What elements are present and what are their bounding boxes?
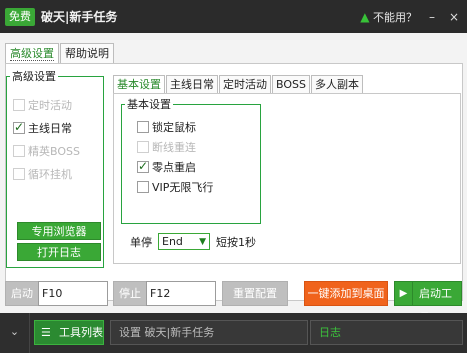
checkbox[interactable] [13,145,25,157]
checkbox[interactable] [137,159,149,173]
tab-multiplayer-dungeon[interactable]: 多人副本 [310,75,363,93]
tab-timed-activity[interactable]: 定时活动 [219,75,271,93]
tab-help[interactable]: 帮助说明 [60,43,114,63]
list-icon: ☰ [41,326,51,339]
short-press-label: 短按1秒 [216,235,256,249]
group-legend: 基本设置 [127,98,171,111]
open-log-button[interactable]: 打开日志 [17,243,101,261]
group-legend: 高级设置 [12,70,56,83]
checkbox-label: 断线重连 [152,141,196,154]
checkbox-loop-idle[interactable]: 循环挂机 [13,165,103,183]
checkbox-label: 精英BOSS [28,145,80,158]
select-value: End [162,235,183,248]
help-link-label: 不能用？ [373,11,417,24]
checkbox-reconnect[interactable]: 断线重连 [137,138,260,156]
launch-tool-button[interactable]: ▶ 启动工具 [394,281,462,324]
tab-label: 帮助说明 [65,47,109,60]
checkbox-label: 锁定鼠标 [152,121,196,134]
top-tab-bar: 高级设置 帮助说明 [5,43,115,63]
minimize-button[interactable]: – [425,10,439,24]
checkbox[interactable] [13,120,25,134]
collapse-chevron-icon[interactable]: ⌄ [0,313,30,353]
checkbox[interactable] [137,141,149,153]
checkbox-label: 主线日常 [28,122,72,135]
checkbox-label: VIP无限飞行 [152,181,214,194]
checkbox-main-daily[interactable]: 主线日常 [13,119,103,137]
status-text: 设置 破天|新手任务 [110,320,308,345]
checkbox-vip-flight[interactable]: VIP无限飞行 [137,178,260,196]
start-hotkey-input[interactable]: F10 [38,281,108,306]
basic-settings-group: 基本设置 锁定鼠标 断线重连 零点重启 VIP无限飞行 [121,96,261,224]
single-stop-label: 单停 [130,235,152,249]
stop-hotkey-input[interactable]: F12 [146,281,216,306]
tab-advanced-settings[interactable]: 高级设置 [5,43,59,63]
title-bar: 免费 破天|新手任务 ▲ 不能用？ – × [0,0,467,33]
checkbox-elite-boss[interactable]: 精英BOSS [13,142,103,160]
checkbox[interactable] [137,181,149,193]
tools-list-button[interactable]: ☰ 工具列表 [34,320,104,345]
play-icon: ▶ [395,282,413,305]
checkbox-timed-activity[interactable]: 定时活动 [13,96,103,114]
checkbox-lock-mouse[interactable]: 锁定鼠标 [137,118,260,136]
browser-button[interactable]: 专用浏览器 [17,222,101,240]
help-link[interactable]: ▲ 不能用？ [360,9,417,25]
window-title: 破天|新手任务 [41,10,118,24]
stop-key-select[interactable]: End ▼ [158,233,210,250]
dropdown-arrow-icon: ▼ [199,237,206,247]
reset-config-button[interactable]: 重置配置 [222,281,288,306]
stop-label: 停止 [113,281,147,306]
tab-basic-settings[interactable]: 基本设置 [113,75,165,93]
tab-main-daily[interactable]: 主线日常 [166,75,218,93]
tab-label: 高级设置 [10,47,54,61]
add-to-desktop-button[interactable]: 一键添加到桌面 [304,281,388,306]
inner-tab-bar: 基本设置 主线日常 定时活动 BOSS 多人副本 [113,75,364,93]
single-stop-row: 单停 End ▼ 短按1秒 [130,233,256,250]
checkbox-label: 循环挂机 [28,168,72,181]
tab-boss[interactable]: BOSS [272,75,310,93]
close-button[interactable]: × [447,10,461,24]
free-badge: 免费 [5,7,35,26]
log-status: 日志 [310,320,463,345]
checkbox-midnight-restart[interactable]: 零点重启 [137,158,260,176]
start-label: 启动 [5,281,39,306]
warning-icon: ▲ [360,10,370,24]
checkbox-label: 定时活动 [28,99,72,112]
checkbox[interactable] [13,99,25,111]
checkbox[interactable] [137,121,149,133]
checkbox-label: 零点重启 [152,161,196,174]
checkbox[interactable] [13,168,25,180]
tools-list-label: 工具列表 [59,326,103,339]
footer-bar: ⌄ ☰ 工具列表 设置 破天|新手任务 日志 [0,313,467,353]
